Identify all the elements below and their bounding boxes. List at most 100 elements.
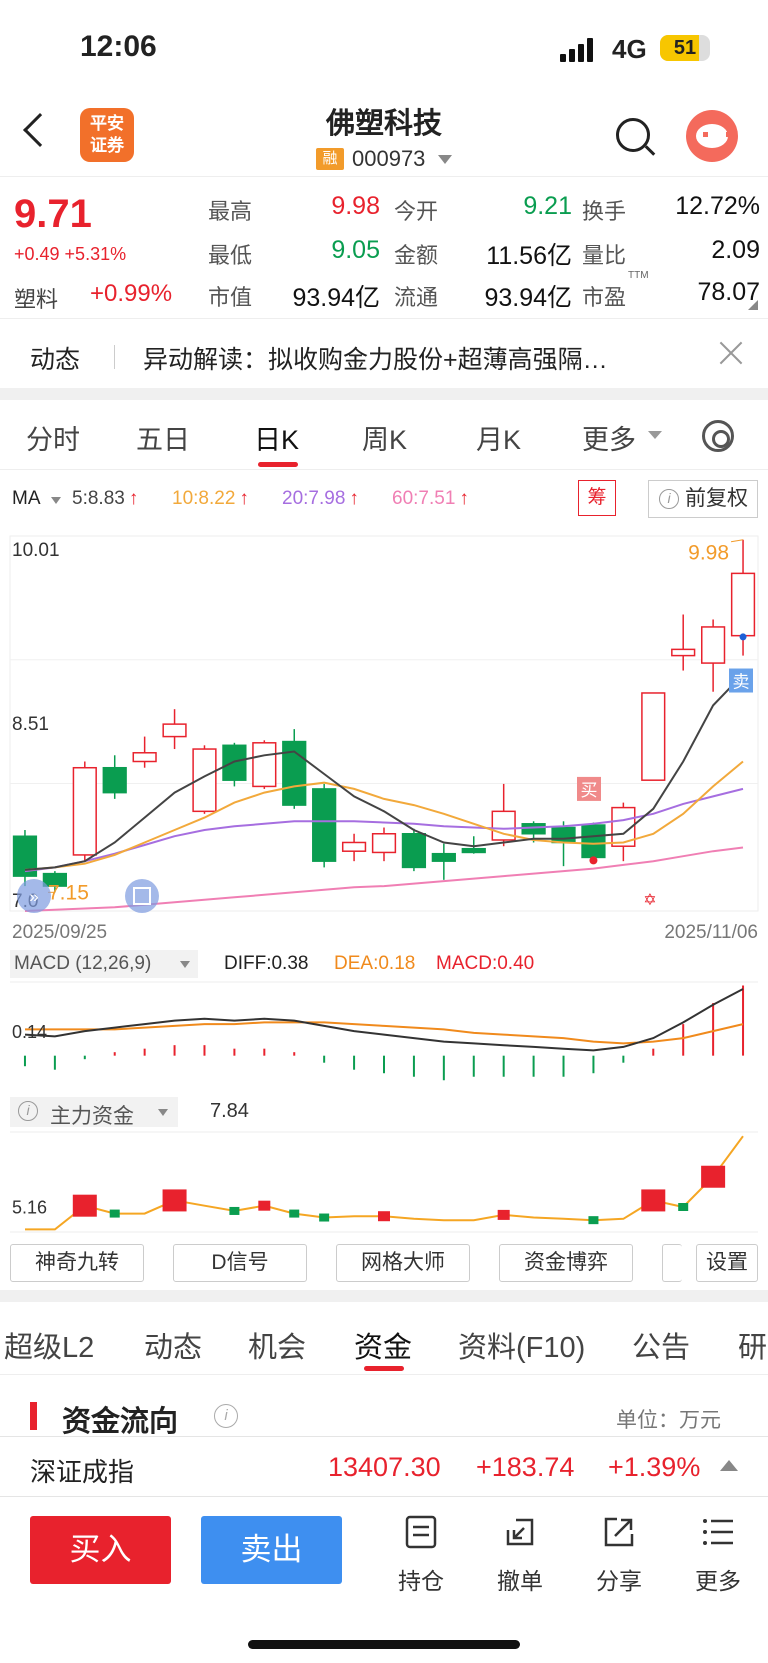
candle-body [641,692,666,781]
section-tab[interactable]: 动态 [144,1324,202,1366]
assistant-avatar-icon[interactable] [686,110,738,162]
candle-body [312,788,337,862]
capital-value: 7.84 [210,1100,249,1122]
quote-value: 9.21 [523,192,572,220]
tool-button[interactable]: D信号 [173,1244,307,1282]
period-tab[interactable]: 月K [476,418,521,457]
candle-body [401,833,427,869]
chevron-up-icon[interactable] [720,1460,738,1471]
section-tab[interactable]: 资金 [354,1324,412,1366]
stock-name: 佛塑科技 [325,108,442,140]
chevron-down-icon[interactable] [51,497,61,504]
capital-marker [701,1165,726,1188]
battery-level: 51 [673,37,697,59]
section-tab[interactable]: 公告 [632,1324,690,1366]
quote-value: 93.94亿 [484,284,572,312]
nav-cancel-label: 撤单 [497,1568,543,1594]
capital-marker [319,1213,330,1222]
info-icon: i [659,489,679,509]
period-tab[interactable]: 分时 [26,418,80,457]
quote-value: 12.72% [675,192,760,220]
stock-code[interactable]: 000973 [352,146,425,172]
ma-legend-item: 10:8.22 ↑ [172,488,249,510]
macd-chart[interactable]: 0.14 [0,978,768,1086]
period-tab[interactable]: 日K [254,418,299,457]
signal-icon [560,38,594,62]
high-marker-line [730,539,744,543]
candle-body [102,766,127,794]
tool-button[interactable]: 网格大师 [336,1244,470,1282]
candle-body [371,833,397,854]
candle-body [222,744,247,781]
tool-button-partial[interactable] [662,1244,682,1282]
capital-marker [229,1206,240,1215]
buy-button[interactable]: 买入 [30,1516,171,1584]
nav-positions-label: 持仓 [398,1568,444,1594]
expand-corner-icon[interactable] [748,300,758,310]
flow-title: 资金流向 [62,1406,179,1438]
ma-label[interactable]: MA [12,488,41,510]
candle-body [461,847,486,854]
macd-diff: DIFF:0.38 [224,953,309,974]
ttm-label: TTM [628,270,649,281]
gear-icon[interactable] [702,420,734,452]
section-tab[interactable]: 超级L2 [4,1324,94,1366]
adjust-mode-button[interactable]: i 前复权 [648,480,758,518]
search-icon[interactable] [616,118,650,152]
share-icon [604,1517,634,1547]
info-icon[interactable]: i [214,1404,238,1428]
period-tab[interactable]: 周K [362,418,407,457]
ma-value: 20:7.98 [282,488,346,509]
section-tab[interactable]: 机会 [248,1324,306,1366]
news-headline[interactable]: 异动解读：拟收购金力股份+超薄高强隔… [143,340,688,376]
macd-selector[interactable]: MACD (12,26,9) [10,950,198,978]
chevron-down-icon[interactable] [648,431,662,439]
section-tab[interactable]: 研 [738,1324,767,1366]
tool-button[interactable]: 资金博弈 [499,1244,633,1282]
document-icon [405,1515,437,1549]
tool-button[interactable]: 神奇九转 [10,1244,144,1282]
period-tab[interactable]: 更多 [582,418,636,457]
quote-value: 9.98 [331,192,380,220]
high-price-marker: 9.98 [688,542,729,565]
chevron-down-icon[interactable] [438,155,452,164]
adjust-mode-label: 前复权 [685,487,748,510]
capital-marker [258,1200,271,1211]
home-indicator [248,1640,520,1649]
back-icon[interactable] [23,113,57,147]
macd-label: MACD (12,26,9) [14,953,152,974]
y-axis-max-label: 10.01 [12,540,60,561]
capital-marker [162,1189,187,1212]
candle-body [162,723,187,738]
sector-name[interactable]: 塑料 [14,282,58,314]
index-value: 13407.30 [328,1452,441,1482]
margin-badge: 融 [316,148,344,170]
section-tab[interactable]: 资料(F10) [458,1324,585,1366]
ma-value: 60:7.51 [392,488,456,509]
close-icon[interactable] [716,338,746,368]
capital-marker [289,1209,300,1218]
kline-chart[interactable]: 10.018.517.02025/09/252025/11/069.987.15… [0,526,768,956]
candle-body [730,572,756,637]
double-chevron-icon: » [29,887,38,906]
index-change: +183.74 [476,1452,575,1482]
capital-label: 主力资金 [50,1105,134,1128]
capital-selector[interactable]: i 主力资金 [10,1097,178,1128]
news-label[interactable]: 动态 [30,340,80,376]
quote-value: 2.09 [711,236,760,264]
candle-body [431,852,456,862]
index-name[interactable]: 深证成指 [30,1452,134,1489]
nav-share-label: 分享 [596,1568,642,1594]
buy-marker: 买 [581,781,598,800]
chip-distribution-button[interactable]: 筹 [578,480,616,516]
price-change: +0.49 +5.31% [14,244,127,264]
tool-button[interactable]: 设置 [696,1244,758,1282]
sell-button[interactable]: 卖出 [201,1516,342,1584]
period-tab[interactable]: 五日 [136,418,190,457]
arrow-up-icon: ↑ [128,488,139,509]
arrow-up-icon: ↑ [239,488,249,509]
capital-chart[interactable]: 5.16 [0,1128,768,1236]
current-price: 9.71 [14,192,92,236]
capital-marker [378,1211,390,1222]
quote-value: 9.05 [331,236,380,264]
